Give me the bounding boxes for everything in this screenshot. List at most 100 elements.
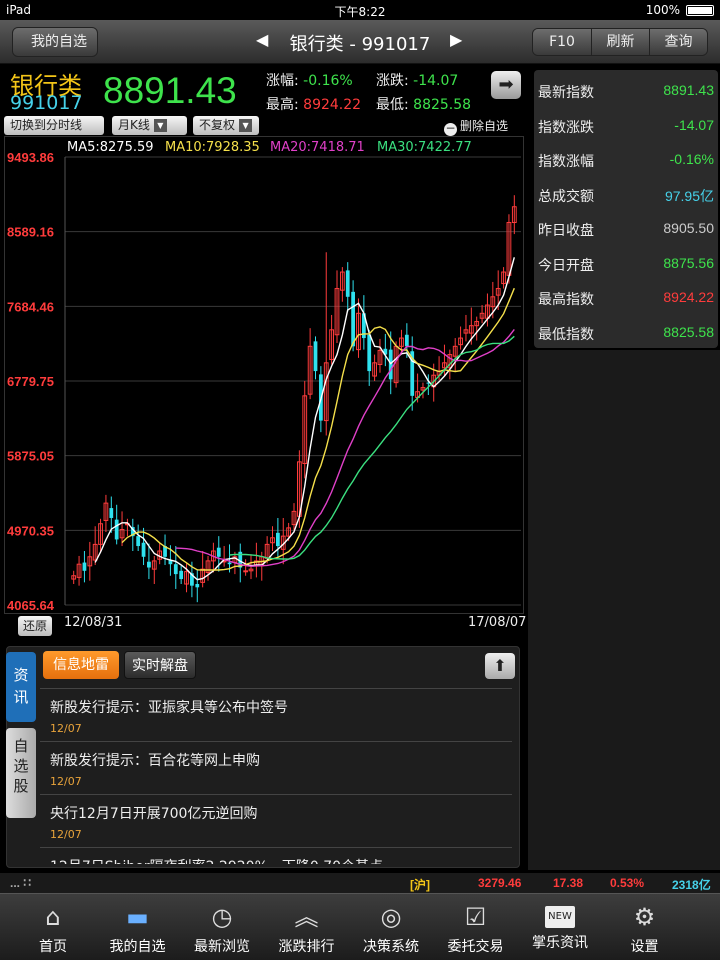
candle-body <box>82 562 87 571</box>
low-value: 8825.58 <box>413 97 472 113</box>
tab-label: 我的自选 <box>109 939 166 955</box>
minus-circle-icon: − <box>444 121 457 136</box>
x-axis-start-label: 12/08/31 <box>64 615 123 630</box>
f10-button[interactable]: F10 <box>533 29 591 55</box>
tab-news[interactable]: 资 讯 <box>6 652 36 722</box>
arrow-up-icon[interactable]: ⬆ <box>485 653 515 679</box>
y-tick-label: 8589.16 <box>7 225 54 240</box>
change-percent-value: -0.16% <box>303 73 353 89</box>
candle-body <box>404 334 409 347</box>
query-button[interactable]: 查询 <box>649 29 707 55</box>
arrow-right-icon[interactable]: ➡ <box>491 71 521 99</box>
y-tick-label: 4970.35 <box>7 523 54 538</box>
tab-live-analysis[interactable]: 实时解盘 <box>124 651 196 679</box>
tab-home[interactable]: ⌂ 首页 <box>10 894 96 960</box>
news-item[interactable]: 12月7日Shibor隔夜利率2.2920%，下降0.70个基点12/07 <box>40 847 512 864</box>
news-date: 12/07 <box>50 722 82 735</box>
gear-icon: ⚙ <box>633 903 656 931</box>
news-list: 新股发行提示：亚振家具等公布中签号 12/07 新股发行提示：百合花等网上申购 12/… <box>40 688 512 864</box>
tab-label: 设置 <box>630 939 659 955</box>
chevron-down-icon: ▼ <box>153 119 167 132</box>
home-icon: ⌂ <box>45 903 61 931</box>
reset-zoom-button[interactable]: 还原 <box>18 616 52 636</box>
candle-body <box>136 536 141 547</box>
candle-body <box>173 564 178 575</box>
next-stock-icon[interactable]: ▶ <box>450 30 462 49</box>
tab-bar: ⌂ 首页 ▬ 我的自选 ◷ 最新浏览 ︽ 涨跌排行 ◎ 决策系统 ☑ 委托交易 NEW 掌乐资讯 ⚙ 设置 <box>0 893 720 960</box>
stat-label: 最新指数 <box>538 85 594 101</box>
battery-percent: 100% <box>645 3 680 17</box>
refresh-button[interactable]: 刷新 <box>591 29 649 55</box>
stats-panel: 最新指数 8891.43 指数涨跌 -14.07 指数涨幅 -0.16% 总成交额 97.95… <box>534 70 718 348</box>
stat-value: 97.95亿 <box>664 187 714 204</box>
tab-label: 委托交易 <box>447 939 504 955</box>
tab-info-mine[interactable]: 信息地雷 <box>43 651 119 679</box>
stat-label: 指数涨幅 <box>538 154 594 170</box>
high-value: 8924.22 <box>303 97 362 113</box>
kline-chart[interactable]: 9493.86 8589.16 7684.46 6779.75 5875.05 4970.… <box>4 136 524 614</box>
high-label: 最高: <box>266 97 299 113</box>
ticker-market: [沪] <box>410 878 430 892</box>
candle-body <box>313 341 318 372</box>
last-price: 8891.43 <box>103 70 237 111</box>
stat-row: 今日开盘 8875.56 <box>538 251 714 275</box>
candle-body <box>109 508 114 518</box>
news-date: 12/07 <box>50 828 82 841</box>
y-tick-label: 7684.46 <box>7 299 54 314</box>
tab-folder[interactable]: ▬ 我的自选 <box>95 894 181 960</box>
candle-body <box>345 270 350 297</box>
ticker-amount: 2318亿 <box>672 878 711 892</box>
stat-value: -0.16% <box>669 151 714 167</box>
top-button-group: F10 刷新 查询 <box>532 28 708 56</box>
ticker-index: 3279.46 <box>478 876 522 890</box>
kline-svg: 9493.86 8589.16 7684.46 6779.75 5875.05 4970.… <box>7 150 521 613</box>
change-value: -14.07 <box>413 73 459 89</box>
stat-label: 指数涨跌 <box>538 119 594 136</box>
side-panel <box>528 350 720 870</box>
tab-clock[interactable]: ◷ 最新浏览 <box>179 894 265 960</box>
candle-body <box>147 561 151 568</box>
change-percent-label: 涨幅: <box>266 73 299 89</box>
tab-watchlist[interactable]: 自 选 股 <box>6 728 36 818</box>
tab-checkbox[interactable]: ☑ 委托交易 <box>433 894 519 960</box>
tab-label: 掌乐资讯 <box>532 935 588 951</box>
clock-icon: ◷ <box>211 903 233 931</box>
stat-row: 最高指数 8924.22 <box>538 285 714 309</box>
y-tick-label: 5875.05 <box>7 449 54 464</box>
news-title: 新股发行提示：亚振家具等公布中签号 <box>50 700 288 716</box>
candle-body <box>243 570 249 573</box>
stat-row: 最新指数 8891.43 <box>538 78 714 102</box>
stat-label: 总成交额 <box>538 188 594 205</box>
stat-value: 8905.50 <box>663 220 714 236</box>
ticker-change: 17.38 <box>553 876 584 890</box>
news-item[interactable]: 新股发行提示：亚振家具等公布中签号 12/07 <box>40 688 512 741</box>
market-ticker[interactable]: ... ∷ [沪] 3279.46 17.38 0.53% 2318亿 <box>0 873 720 893</box>
ticker-handle: ... ∷ <box>10 876 31 890</box>
news-date: 12/07 <box>50 775 82 788</box>
ma5-label: MA5:8275.59 <box>67 140 154 155</box>
stat-label: 昨日收盘 <box>538 223 594 239</box>
tab-gear[interactable]: ⚙ 设置 <box>602 894 688 960</box>
tab-chevrons-up[interactable]: ︽ 涨跌排行 <box>264 894 350 960</box>
intraday-button[interactable]: 切换到分时线 <box>4 116 104 135</box>
y-tick-label: 4065.64 <box>7 598 55 613</box>
tab-label: 最新浏览 <box>194 939 250 955</box>
news-item[interactable]: 央行12月7日开展700亿元逆回购 12/07 <box>40 794 512 847</box>
news-item[interactable]: 新股发行提示：百合花等网上申购 12/07 <box>40 741 512 794</box>
new-badge-icon: NEW <box>545 906 575 928</box>
tab-target[interactable]: ◎ 决策系统 <box>348 894 434 960</box>
delete-watchlist-button[interactable]: − 删除自选 <box>444 117 508 136</box>
nav-bar: 我的自选 ◀ 银行类 - 991017 ▶ F10 刷新 查询 <box>0 20 720 64</box>
ma20-label: MA20:7418.71 <box>270 140 365 155</box>
stock-code: 991017 <box>10 92 83 114</box>
adjust-select[interactable]: 不复权 ▼ <box>193 116 259 135</box>
stat-value: 8825.58 <box>663 323 714 340</box>
stat-row: 昨日收盘 8905.50 <box>538 216 714 240</box>
target-icon: ◎ <box>380 903 402 931</box>
stat-row: 最低指数 8825.58 <box>538 320 714 344</box>
tab-new-badge[interactable]: NEW 掌乐资讯 <box>517 894 603 960</box>
checkbox-icon: ☑ <box>464 903 487 931</box>
period-select[interactable]: 月K线 ▼ <box>112 116 187 135</box>
stat-label: 最高指数 <box>538 292 594 308</box>
change-percent: 涨幅: -0.16% <box>266 70 353 90</box>
